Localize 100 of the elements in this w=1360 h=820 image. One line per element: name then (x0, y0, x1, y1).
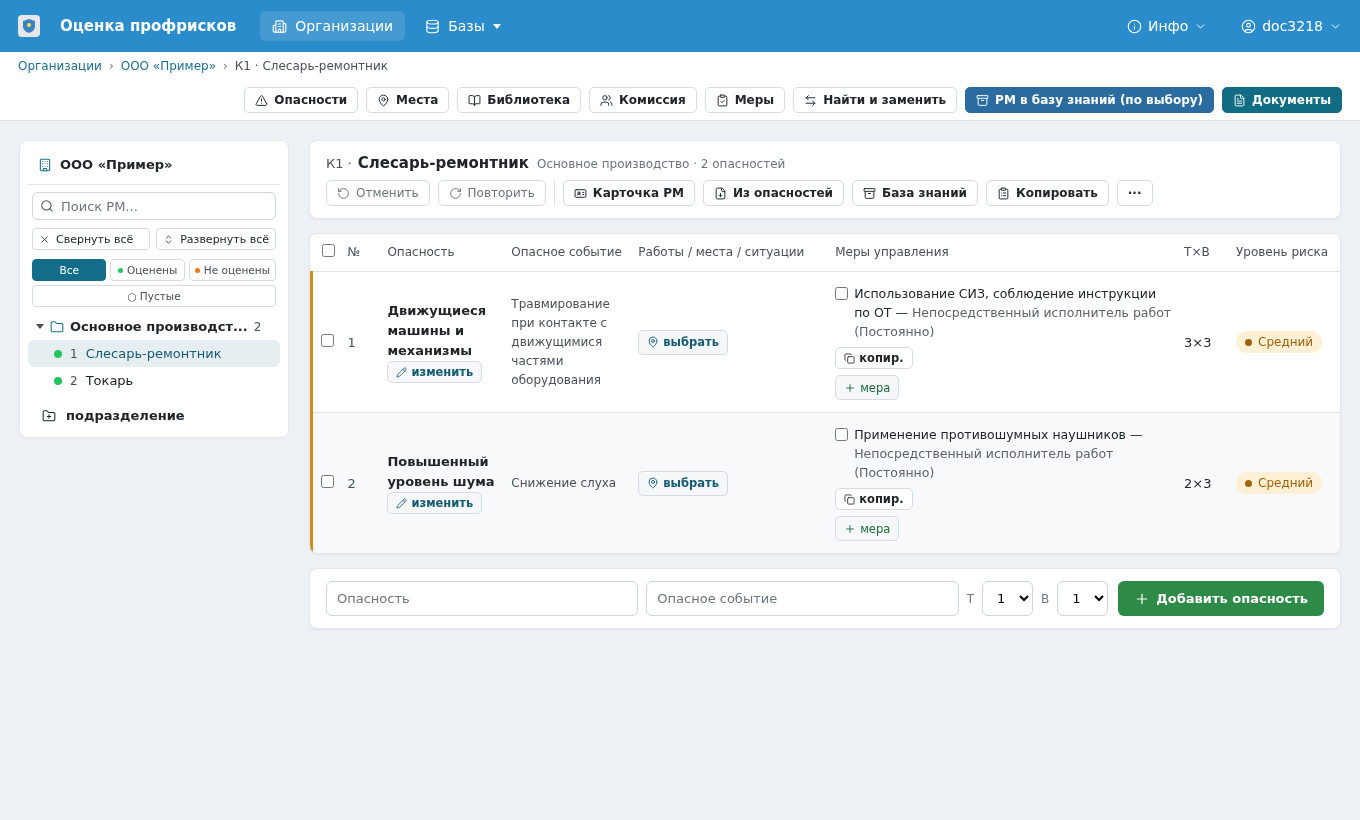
action-button[interactable]: Копировать (986, 180, 1109, 206)
toolbar-button[interactable]: Библиотека (457, 87, 581, 113)
action-button[interactable]: База знаний (852, 180, 978, 206)
nav-tab[interactable]: Базы (413, 11, 513, 41)
column-header: № (341, 234, 382, 272)
breadcrumb-link[interactable]: ООО «Пример» (120, 59, 216, 73)
edit-button[interactable]: изменить (387, 492, 483, 514)
pencil-icon (396, 497, 408, 509)
hazard-name: Повышенный уровень шума (387, 453, 496, 491)
breadcrumb-separator: › (223, 59, 228, 73)
toolbar-button[interactable]: РМ в базу знаний (по выбору) (965, 87, 1215, 113)
building-icon (272, 18, 288, 34)
redo-icon (448, 186, 462, 200)
v-label: В (1041, 591, 1050, 606)
filter-button[interactable]: ○ Пустые (32, 285, 276, 307)
user-icon (1241, 18, 1257, 34)
tree-group[interactable]: Основное производст... 2 (28, 307, 280, 340)
risk-badge: Средний (1236, 331, 1323, 353)
add-measure-button[interactable]: мера (835, 375, 900, 400)
action-button[interactable]: Карточка РМ (562, 180, 695, 206)
event-field[interactable]: Опасное событие (646, 581, 959, 616)
info-icon (1127, 18, 1143, 34)
add-unit-link[interactable]: подразделение (28, 394, 280, 423)
tree-item[interactable]: 2 Токарь (28, 367, 280, 394)
search-icon (40, 199, 54, 213)
workplace-title: Слесарь-ремонтник (357, 154, 529, 172)
clipboard-icon (715, 93, 729, 107)
measure-text: Использование СИЗ, соблюдение инструкции по ОТ — Непосредственный исполнитель работ (Постоянно) (854, 285, 1173, 341)
clipboard-icon (844, 352, 856, 364)
action-button[interactable]: ··· (1116, 180, 1153, 206)
column-header: Уровень риска (1230, 234, 1340, 272)
column-header: Опасность (381, 234, 506, 272)
filter-button[interactable]: Не оценены (188, 259, 276, 281)
score-value: 2×3 (1184, 475, 1212, 491)
workplace-code: К1 · (326, 156, 352, 171)
item-number: 1 (70, 346, 78, 361)
event-text: Снижение слуха (511, 474, 618, 492)
t-select[interactable]: 1 (982, 581, 1034, 616)
workplace-subtitle: Основное производство · 2 опасностей (537, 157, 786, 171)
menu-button[interactable]: Инфо (1127, 18, 1208, 34)
select-all-checkbox[interactable] (321, 244, 335, 257)
v-select[interactable]: 1 (1057, 581, 1109, 616)
filter-button[interactable]: Оценены (110, 259, 185, 281)
hazard-field[interactable]: Опасность (326, 581, 639, 616)
swap-icon (804, 93, 818, 107)
tray-icon (863, 186, 876, 200)
measure-checkbox[interactable] (835, 428, 849, 441)
pencil-icon (396, 366, 408, 378)
select-place-button[interactable]: выбрать (638, 329, 728, 355)
toolbar-button[interactable]: Меры (704, 87, 786, 113)
collapse-icon (39, 233, 50, 245)
row-checkbox[interactable] (321, 334, 334, 347)
menu-button[interactable]: doc3218 (1241, 18, 1342, 34)
people-icon (600, 93, 613, 107)
toolbar-button[interactable]: Комиссия (589, 87, 697, 113)
logo-icon (18, 15, 40, 37)
copy-button[interactable]: копир. (835, 488, 913, 510)
row-checkbox[interactable] (321, 475, 334, 488)
breadcrumb-link[interactable]: Организации (18, 59, 102, 73)
tray-icon (976, 93, 990, 107)
undo-icon (337, 186, 350, 200)
expand-all-button[interactable]: Развернуть всё (156, 228, 276, 250)
filter-button[interactable]: Все (32, 259, 107, 281)
building-icon (38, 157, 52, 172)
breadcrumb-current: К1 · Слесарь-ремонтник (234, 59, 388, 73)
clipboard-icon (997, 186, 1010, 200)
column-header: Т×В (1178, 234, 1230, 272)
column-header: Работы / места / ситуации (632, 234, 830, 272)
breadcrumb-separator: › (108, 59, 114, 73)
row-number: 2 (347, 475, 356, 491)
add-hazard-button[interactable]: Добавить опасность (1118, 581, 1324, 616)
id-card-icon (573, 186, 587, 200)
toolbar-button[interactable]: Места (366, 87, 450, 113)
search-field[interactable]: Поиск РМ... (32, 192, 276, 220)
collapse-all-button[interactable]: Свернуть всё (32, 228, 151, 250)
t-label: Т (966, 591, 975, 606)
toolbar-button[interactable]: Опасности (244, 87, 359, 113)
edit-button[interactable]: изменить (387, 361, 483, 383)
folder-plus-icon (42, 408, 56, 423)
download-icon (713, 186, 727, 200)
book-icon (468, 93, 482, 107)
copy-button[interactable]: копир. (835, 347, 913, 369)
row-number: 1 (347, 334, 356, 350)
add-measure-button[interactable]: мера (835, 516, 900, 541)
folder-icon (50, 319, 64, 334)
group-label: Основное производст... (70, 319, 248, 334)
pin-icon (647, 477, 660, 489)
item-number: 2 (70, 373, 78, 388)
toolbar-button[interactable]: Документы (1222, 87, 1342, 113)
item-label: Слесарь-ремонтник (85, 346, 222, 361)
pin-icon (647, 336, 660, 348)
score-value: 3×3 (1184, 334, 1212, 350)
select-place-button[interactable]: выбрать (638, 470, 728, 496)
measure-checkbox[interactable] (835, 287, 849, 300)
action-button[interactable]: Из опасностей (702, 180, 844, 206)
toolbar-button[interactable]: Найти и заменить (793, 87, 958, 113)
plus-icon (844, 522, 857, 535)
tree-item[interactable]: 1 Слесарь-ремонтник (28, 340, 280, 367)
plus-icon (844, 381, 857, 394)
column-header: Опасное событие (505, 234, 633, 272)
